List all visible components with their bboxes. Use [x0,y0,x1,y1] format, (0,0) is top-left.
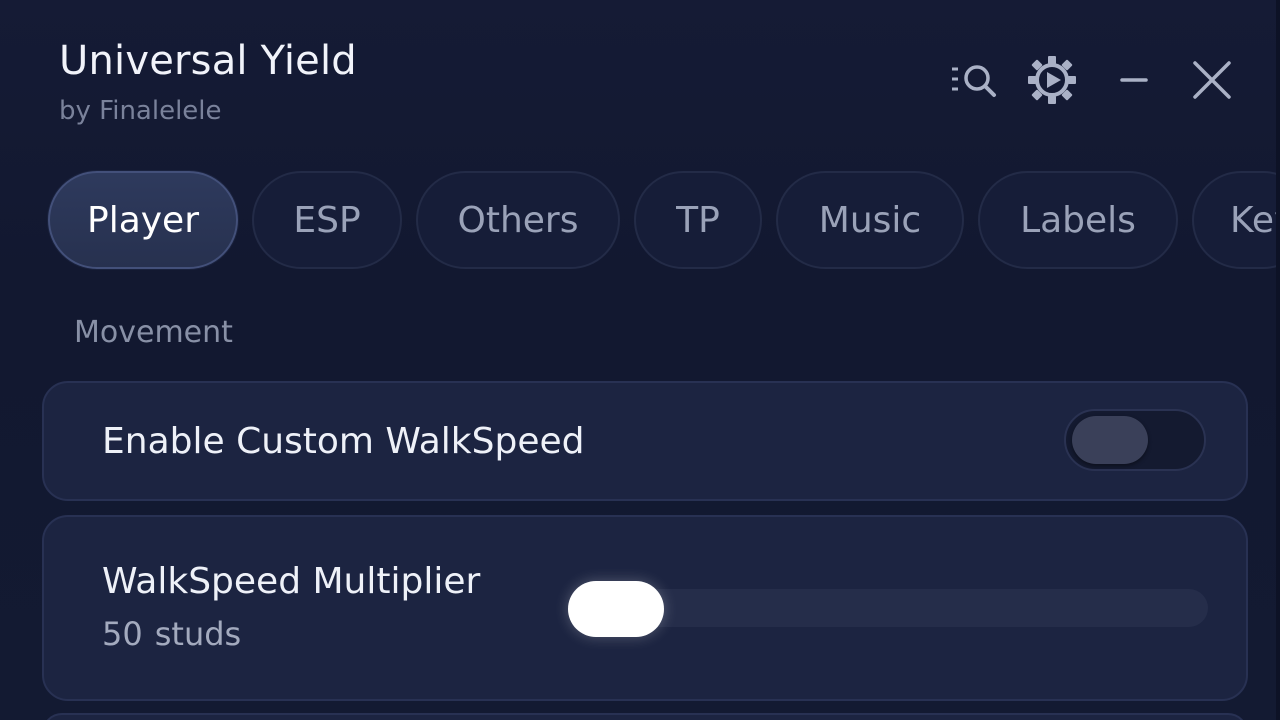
walkspeed-value: 50 [102,615,143,653]
tab-keybinds[interactable]: Key [1192,171,1280,269]
search-list-icon[interactable] [944,52,1004,108]
walkspeed-toggle-card: Enable Custom WalkSpeed [42,381,1248,501]
app-title: Universal Yield [59,38,357,84]
walkspeed-slider-thumb[interactable] [568,581,664,637]
walkspeed-value-readout: 50 studs [102,615,253,653]
window-edge [1276,0,1280,720]
tab-player[interactable]: Player [48,171,238,269]
close-icon[interactable] [1182,52,1242,108]
walkspeed-unit: studs [154,615,242,653]
walkspeed-slider-label: WalkSpeed Multiplier [102,561,481,602]
tab-labels[interactable]: Labels [978,171,1178,269]
next-setting-card [42,713,1248,720]
app-window: Universal Yield by Finalelele Player ESP… [0,0,1280,720]
tab-music[interactable]: Music [776,171,964,269]
tab-others[interactable]: Others [416,171,620,269]
tab-tp[interactable]: TP [634,171,762,269]
tab-bar: Player ESP Others TP Music Labels Key [48,171,1280,271]
tab-esp[interactable]: ESP [252,171,402,269]
section-heading-movement: Movement [74,315,233,350]
walkspeed-slider-track[interactable] [568,581,1208,637]
settings-gear-icon[interactable] [1022,52,1082,108]
toggle-knob [1072,416,1148,464]
walkspeed-toggle-label: Enable Custom WalkSpeed [102,421,585,462]
walkspeed-toggle-switch[interactable] [1064,409,1206,471]
walkspeed-slider-card: WalkSpeed Multiplier 50 studs [42,515,1248,701]
minimize-icon[interactable] [1104,52,1164,108]
app-subtitle: by Finalelele [59,96,222,126]
